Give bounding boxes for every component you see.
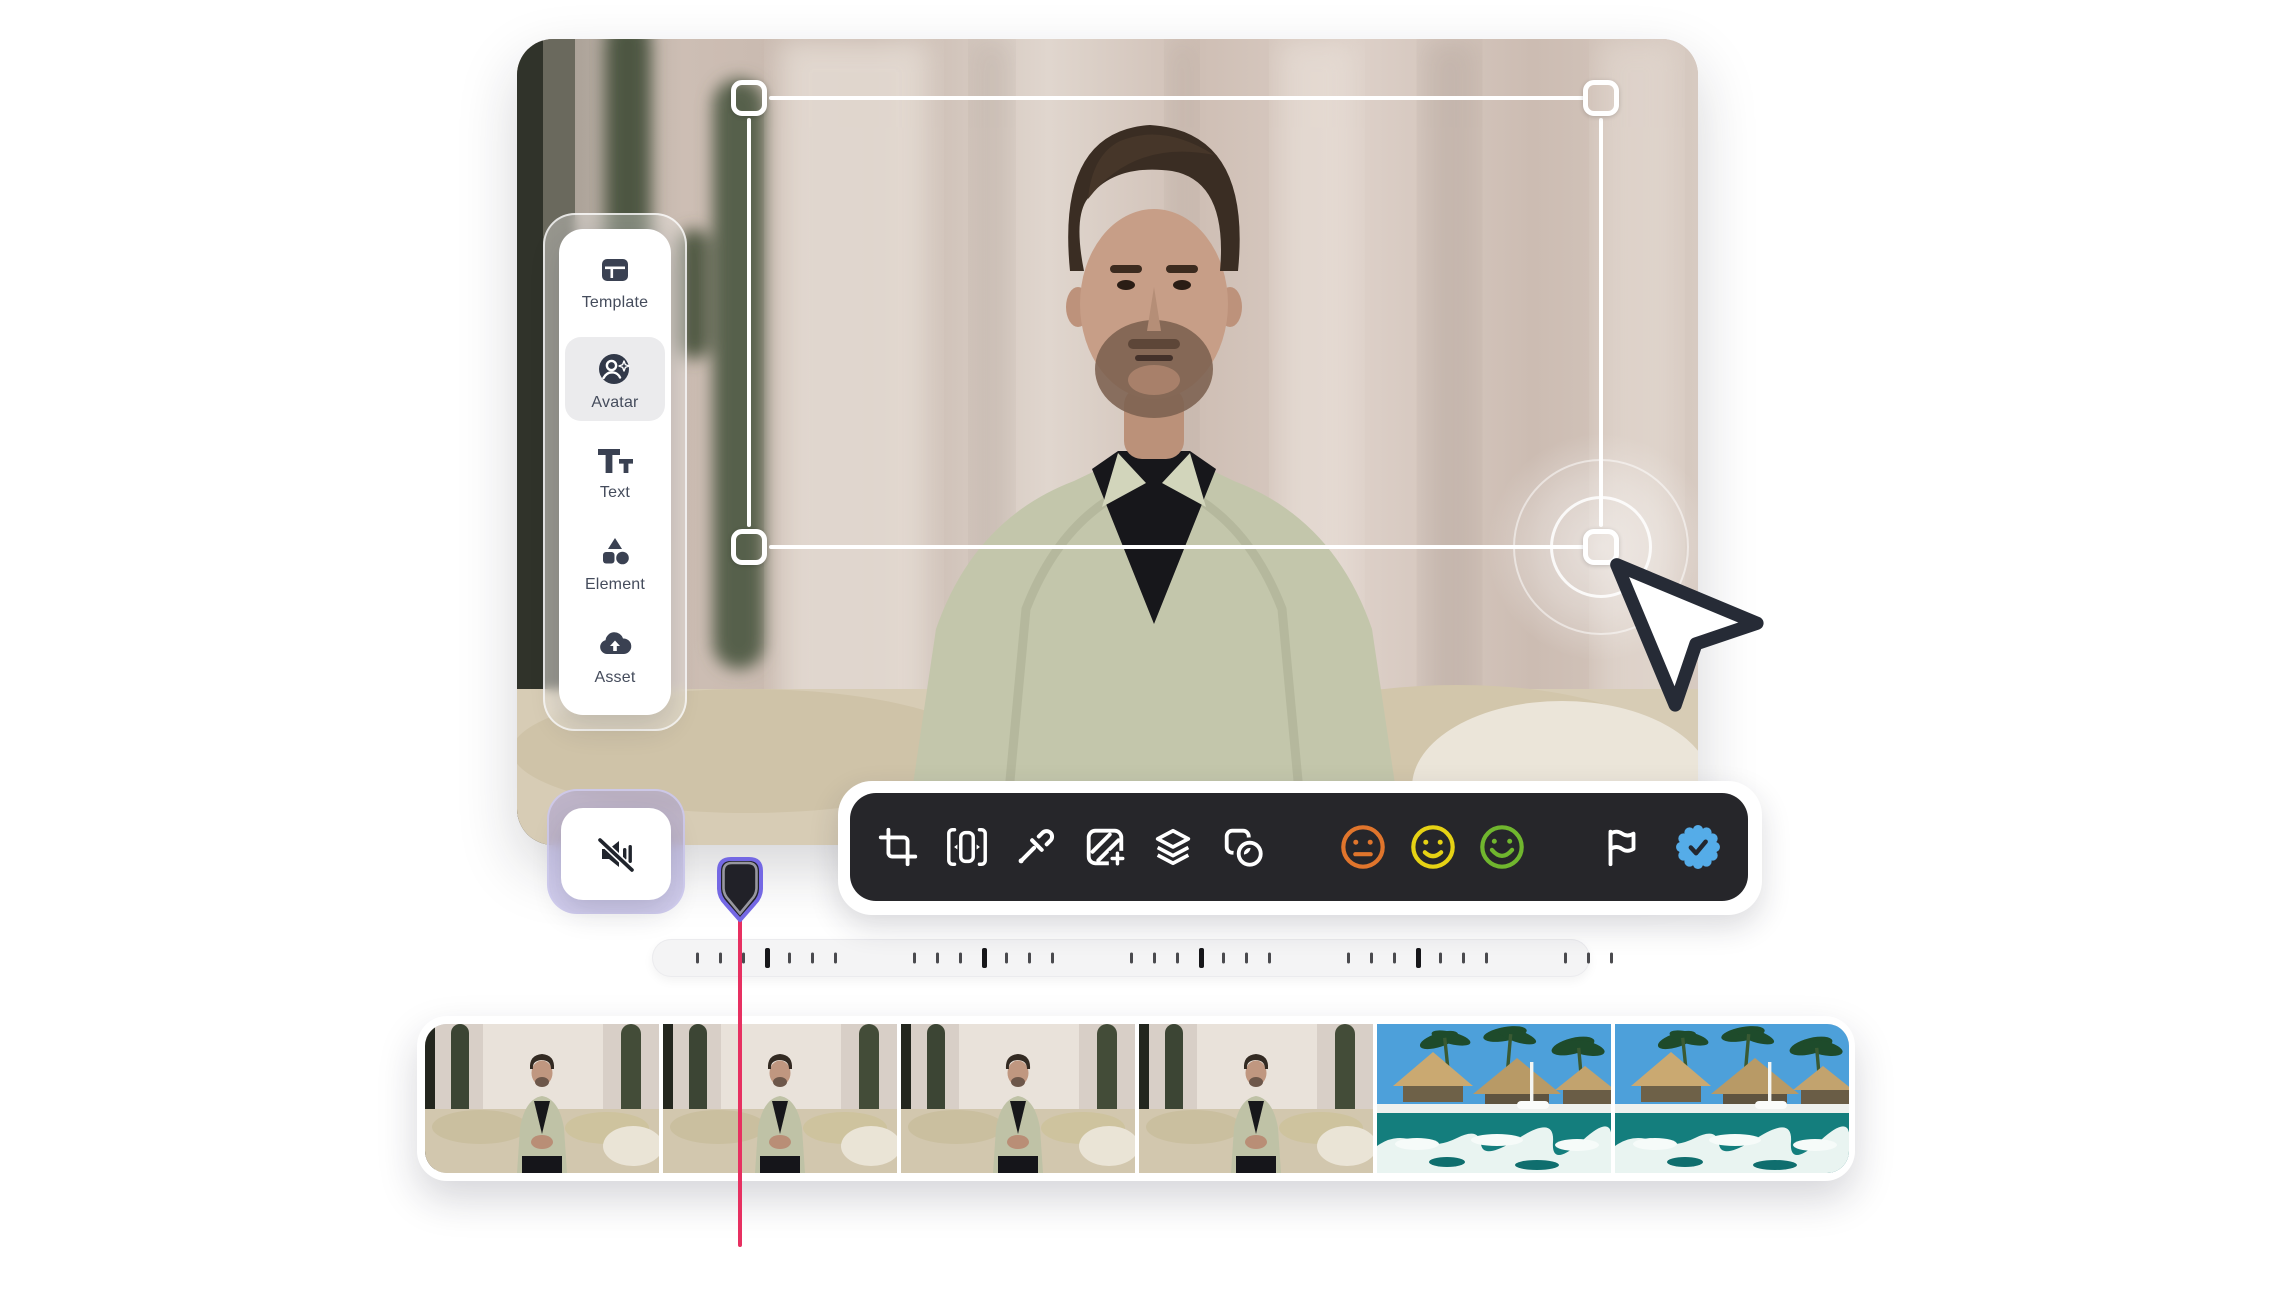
sidebar-item-element[interactable]: Element (559, 535, 671, 594)
resize-width-icon[interactable] (943, 823, 991, 871)
editor-stage: Template Avatar Text (0, 0, 2272, 1308)
ruler-tick-minor (1564, 953, 1567, 964)
selection-handle-top-right[interactable] (1583, 80, 1619, 116)
ruler-tick-minor (696, 953, 699, 964)
ruler-tick-minor (719, 953, 722, 964)
selection-handle-top-left[interactable] (731, 80, 767, 116)
face-smile-icon[interactable] (1409, 823, 1457, 871)
flag-icon[interactable] (1598, 823, 1646, 871)
ruler-tick-minor (1051, 953, 1054, 964)
shapes-group-icon[interactable] (1219, 823, 1267, 871)
eyedropper-icon[interactable] (1011, 823, 1059, 871)
ruler-tick-minor (1393, 953, 1396, 964)
sidebar-item-label: Element (585, 576, 645, 594)
sidebar-item-label: Template (582, 294, 649, 312)
timeline-clip-presenter[interactable] (901, 1024, 1135, 1173)
ruler-tick-minor (742, 953, 745, 964)
ruler-tick-minor (1370, 953, 1373, 964)
sidebar-item-template[interactable]: Template (559, 253, 671, 312)
timeline-ruler[interactable] (652, 939, 1590, 977)
ruler-tick-minor (1005, 953, 1008, 964)
ruler-tick-major (982, 948, 987, 968)
element-icon (597, 535, 633, 569)
mute-button-halo (547, 789, 685, 914)
ruler-tick-major (1416, 948, 1421, 968)
ruler-tick-minor (959, 953, 962, 964)
verified-badge-icon[interactable] (1674, 823, 1722, 871)
selection-edge-right (1599, 118, 1603, 527)
selection-handle-bottom-right[interactable] (1583, 529, 1619, 565)
text-icon (595, 443, 635, 477)
timeline-clip-presenter[interactable] (1139, 1024, 1373, 1173)
ruler-tick-minor (1153, 953, 1156, 964)
ruler-tick-minor (834, 953, 837, 964)
ruler-tick-minor (913, 953, 916, 964)
ruler-tick-major (765, 948, 770, 968)
tool-sidebar: Template Avatar Text (543, 213, 687, 731)
ruler-tick-minor (1268, 953, 1271, 964)
asset-icon (597, 628, 633, 662)
selection-edge-bottom (769, 545, 1585, 549)
ruler-tick-minor (1347, 953, 1350, 964)
playhead-marker[interactable] (712, 854, 768, 935)
selection-edge-top (769, 96, 1585, 100)
ruler-tick-minor (1610, 953, 1613, 964)
ruler-tick-minor (1485, 953, 1488, 964)
ruler-tick-minor (1028, 953, 1031, 964)
action-toolbar-card (838, 781, 1762, 915)
ruler-tick-minor (1130, 953, 1133, 964)
filmstrip-track (417, 1016, 1855, 1181)
sidebar-item-text[interactable]: Text (559, 443, 671, 502)
ruler-tick-minor (1439, 953, 1442, 964)
face-neutral-icon[interactable] (1339, 823, 1387, 871)
ruler-tick-minor (811, 953, 814, 964)
timeline-clip-beach[interactable] (1377, 1024, 1611, 1173)
ruler-tick-minor (936, 953, 939, 964)
tool-sidebar-card: Template Avatar Text (559, 229, 671, 715)
sidebar-item-asset[interactable]: Asset (559, 628, 671, 687)
ruler-tick-minor (1587, 953, 1590, 964)
sidebar-item-avatar[interactable]: Avatar (559, 351, 671, 412)
timeline-clip-presenter[interactable] (425, 1024, 659, 1173)
presenter-scene (517, 39, 1698, 845)
sidebar-item-label: Text (600, 484, 630, 502)
sidebar-item-label: Asset (594, 669, 635, 687)
layers-icon[interactable] (1149, 823, 1197, 871)
ruler-tick-minor (788, 953, 791, 964)
ruler-tick-minor (1462, 953, 1465, 964)
action-toolbar (850, 793, 1748, 901)
ruler-tick-minor (1245, 953, 1248, 964)
speaker-muted-icon (593, 831, 639, 877)
mute-button[interactable] (561, 808, 671, 900)
ruler-tick-minor (1176, 953, 1179, 964)
ruler-tick-minor (1222, 953, 1225, 964)
crop-icon[interactable] (874, 823, 922, 871)
avatar-icon (597, 351, 633, 387)
selection-handle-bottom-left[interactable] (731, 529, 767, 565)
video-canvas[interactable] (517, 39, 1698, 845)
add-image-icon[interactable] (1081, 823, 1129, 871)
selection-edge-left (747, 118, 751, 527)
face-grin-icon[interactable] (1478, 823, 1526, 871)
sidebar-item-label: Avatar (591, 394, 638, 412)
playhead-line (738, 916, 742, 1247)
timeline-clip-presenter[interactable] (663, 1024, 897, 1173)
timeline-clip-beach[interactable] (1615, 1024, 1849, 1173)
template-icon (598, 253, 632, 287)
ruler-tick-major (1199, 948, 1204, 968)
